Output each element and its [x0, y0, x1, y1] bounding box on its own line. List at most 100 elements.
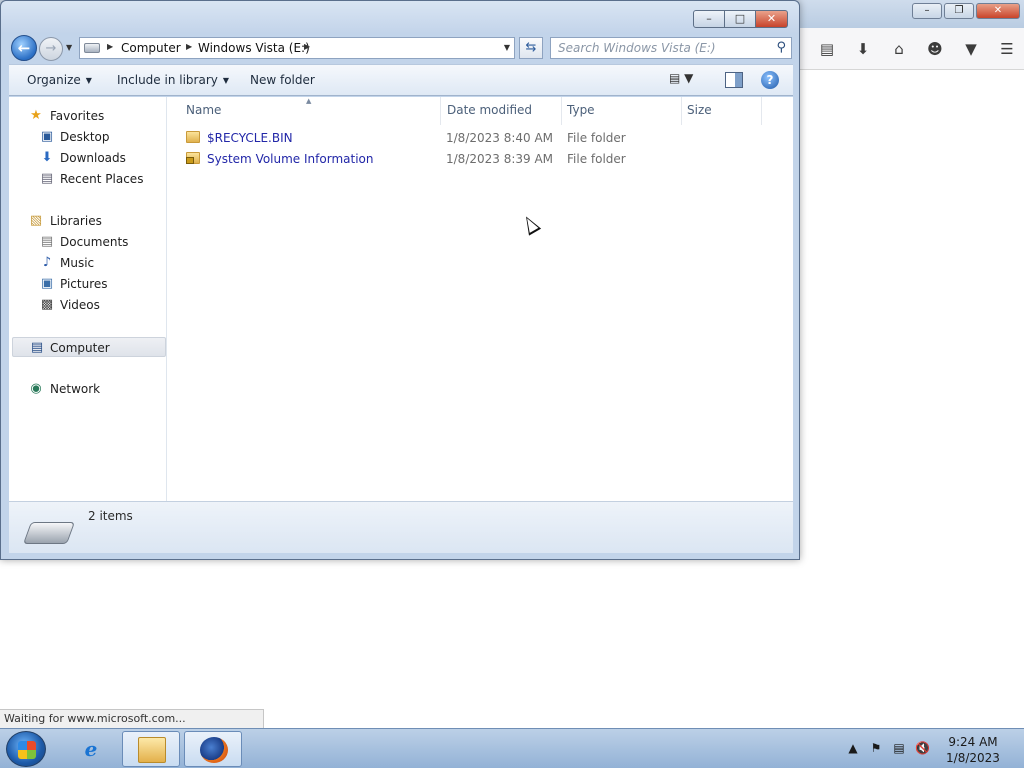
search-placeholder: Search Windows Vista (E:)	[558, 41, 716, 55]
nav-label: Videos	[60, 298, 100, 312]
file-row[interactable]: $RECYCLE.BIN 1/8/2023 8:40 AM File folde…	[178, 128, 778, 148]
browser-status-text: Waiting for www.microsoft.com...	[0, 709, 264, 729]
column-divider[interactable]	[761, 97, 762, 125]
nav-label: Desktop	[60, 130, 110, 144]
internet-explorer-icon: e	[84, 737, 98, 761]
system-tray: ▲ ⚑ ▤ 🔇	[846, 741, 930, 755]
nav-music[interactable]: ♪ Music	[9, 253, 165, 273]
address-history-dropdown-icon[interactable]: ▼	[504, 43, 510, 52]
column-divider[interactable]	[440, 97, 441, 125]
nav-label: Network	[50, 382, 101, 396]
nav-network[interactable]: ◉ Network	[9, 379, 165, 399]
minimize-button[interactable]: –	[693, 10, 725, 28]
navigation-pane: ★ Favorites ▣ Desktop ⬇ Downloads ▤ Rece…	[9, 97, 167, 501]
nav-documents[interactable]: ▤ Documents	[9, 232, 165, 252]
organize-label: Organize	[27, 73, 81, 87]
column-header-name[interactable]: Name	[186, 103, 221, 117]
details-pane: 2 items	[9, 501, 793, 553]
help-button[interactable]: ?	[761, 71, 779, 89]
organize-button[interactable]: Organize ▼	[27, 73, 92, 87]
explorer-titlebar: – □ ✕	[1, 1, 799, 33]
browser-restore-button[interactable]: ❐	[944, 3, 974, 19]
nav-favorites[interactable]: ★ Favorites	[9, 106, 165, 126]
show-hidden-icons-button[interactable]: ▲	[846, 741, 860, 755]
taskbar-firefox[interactable]	[184, 731, 242, 767]
refresh-button[interactable]: ⇆	[519, 37, 543, 59]
music-icon: ♪	[42, 255, 52, 270]
maximize-button[interactable]: □	[725, 10, 756, 28]
reading-list-icon[interactable]: ▤	[816, 38, 838, 60]
window-bottom-frame	[1, 553, 799, 559]
taskbar-internet-explorer[interactable]: e	[62, 731, 120, 767]
recent-pages-dropdown[interactable]: ▼	[66, 43, 72, 52]
nav-label: Documents	[60, 235, 129, 249]
column-header-date-modified[interactable]: Date modified	[447, 103, 532, 117]
close-button[interactable]: ✕	[756, 10, 788, 28]
start-button[interactable]	[6, 731, 46, 767]
file-row[interactable]: System Volume Information 1/8/2023 8:39 …	[178, 149, 778, 169]
change-view-button[interactable]: ▤ ▼	[669, 71, 711, 91]
nav-computer[interactable]: ▤ Computer	[12, 337, 166, 357]
nav-desktop[interactable]: ▣ Desktop	[9, 127, 165, 147]
firefox-icon	[200, 737, 228, 763]
chevron-right-icon[interactable]: ▶	[107, 42, 113, 51]
file-name[interactable]: System Volume Information	[207, 152, 373, 166]
breadcrumb-drive[interactable]: Windows Vista (E:)	[198, 41, 310, 55]
browser-close-button[interactable]: ✕	[976, 3, 1020, 19]
explorer-body: ★ Favorites ▣ Desktop ⬇ Downloads ▤ Rece…	[9, 97, 793, 501]
file-date-modified: 1/8/2023 8:39 AM	[446, 152, 554, 166]
nav-label: Libraries	[50, 214, 102, 228]
clock-time: 9:24 AM	[948, 735, 998, 749]
pictures-icon: ▣	[40, 276, 54, 291]
volume-muted-icon[interactable]: 🔇	[915, 741, 930, 755]
nav-downloads[interactable]: ⬇ Downloads	[9, 148, 165, 168]
command-bar: Organize ▼ Include in library ▼ New folder…	[9, 64, 793, 96]
column-header-type[interactable]: Type	[567, 103, 595, 117]
search-input[interactable]: Search Windows Vista (E:) ⚲	[550, 37, 792, 59]
folder-icon	[138, 737, 166, 763]
column-header-size[interactable]: Size	[687, 103, 712, 117]
nav-libraries[interactable]: ▧ Libraries	[9, 211, 165, 231]
taskbar-windows-explorer[interactable]	[122, 731, 180, 767]
nav-label: Downloads	[60, 151, 126, 165]
action-center-flag-icon[interactable]: ⚑	[869, 741, 883, 755]
home-icon[interactable]: ⌂	[888, 38, 910, 60]
chevron-right-icon[interactable]: ▶	[186, 42, 192, 51]
sort-ascending-icon: ▲	[306, 97, 312, 105]
hello-chat-icon[interactable]: ☻	[924, 38, 946, 60]
column-divider[interactable]	[681, 97, 682, 125]
include-in-library-label: Include in library	[117, 73, 218, 87]
libraries-icon: ▧	[29, 213, 43, 228]
nav-label: Music	[60, 256, 95, 270]
downloads-icon[interactable]: ⬇	[852, 38, 874, 60]
nav-pictures[interactable]: ▣ Pictures	[9, 274, 165, 294]
nav-recent-places[interactable]: ▤ Recent Places	[9, 169, 165, 189]
lock-icon	[186, 157, 194, 164]
clock[interactable]: 9:24 AM 1/8/2023	[938, 734, 1008, 766]
drive-icon	[84, 43, 100, 53]
back-button[interactable]: ←	[11, 35, 37, 61]
nav-label: Recent Places	[60, 172, 144, 186]
chevron-down-icon: ▼	[85, 76, 92, 85]
documents-icon: ▤	[40, 234, 54, 249]
recent-places-icon: ▤	[40, 171, 54, 186]
preview-pane-button[interactable]	[725, 72, 743, 88]
file-date-modified: 1/8/2023 8:40 AM	[446, 131, 554, 145]
browser-minimize-button[interactable]: –	[912, 3, 942, 19]
nav-videos[interactable]: ▩ Videos	[9, 295, 165, 315]
file-name[interactable]: $RECYCLE.BIN	[207, 131, 293, 145]
new-folder-button[interactable]: New folder	[250, 73, 315, 87]
breadcrumb-computer[interactable]: Computer	[121, 41, 181, 55]
search-icon[interactable]: ⚲	[776, 38, 786, 58]
forward-button[interactable]: →	[39, 37, 63, 61]
address-bar[interactable]: ▶ Computer ▶ Windows Vista (E:) ▶ ▼	[79, 37, 515, 59]
pocket-icon[interactable]: ▼	[960, 38, 982, 60]
desktop-icon: ▣	[40, 129, 54, 144]
hamburger-menu-icon[interactable]: ☰	[996, 38, 1018, 60]
clock-date: 1/8/2023	[946, 751, 1000, 765]
chevron-right-icon[interactable]: ▶	[304, 42, 310, 51]
downloads-folder-icon: ⬇	[41, 150, 53, 165]
include-in-library-button[interactable]: Include in library ▼	[117, 73, 229, 87]
network-status-icon[interactable]: ▤	[892, 741, 906, 755]
column-divider[interactable]	[561, 97, 562, 125]
